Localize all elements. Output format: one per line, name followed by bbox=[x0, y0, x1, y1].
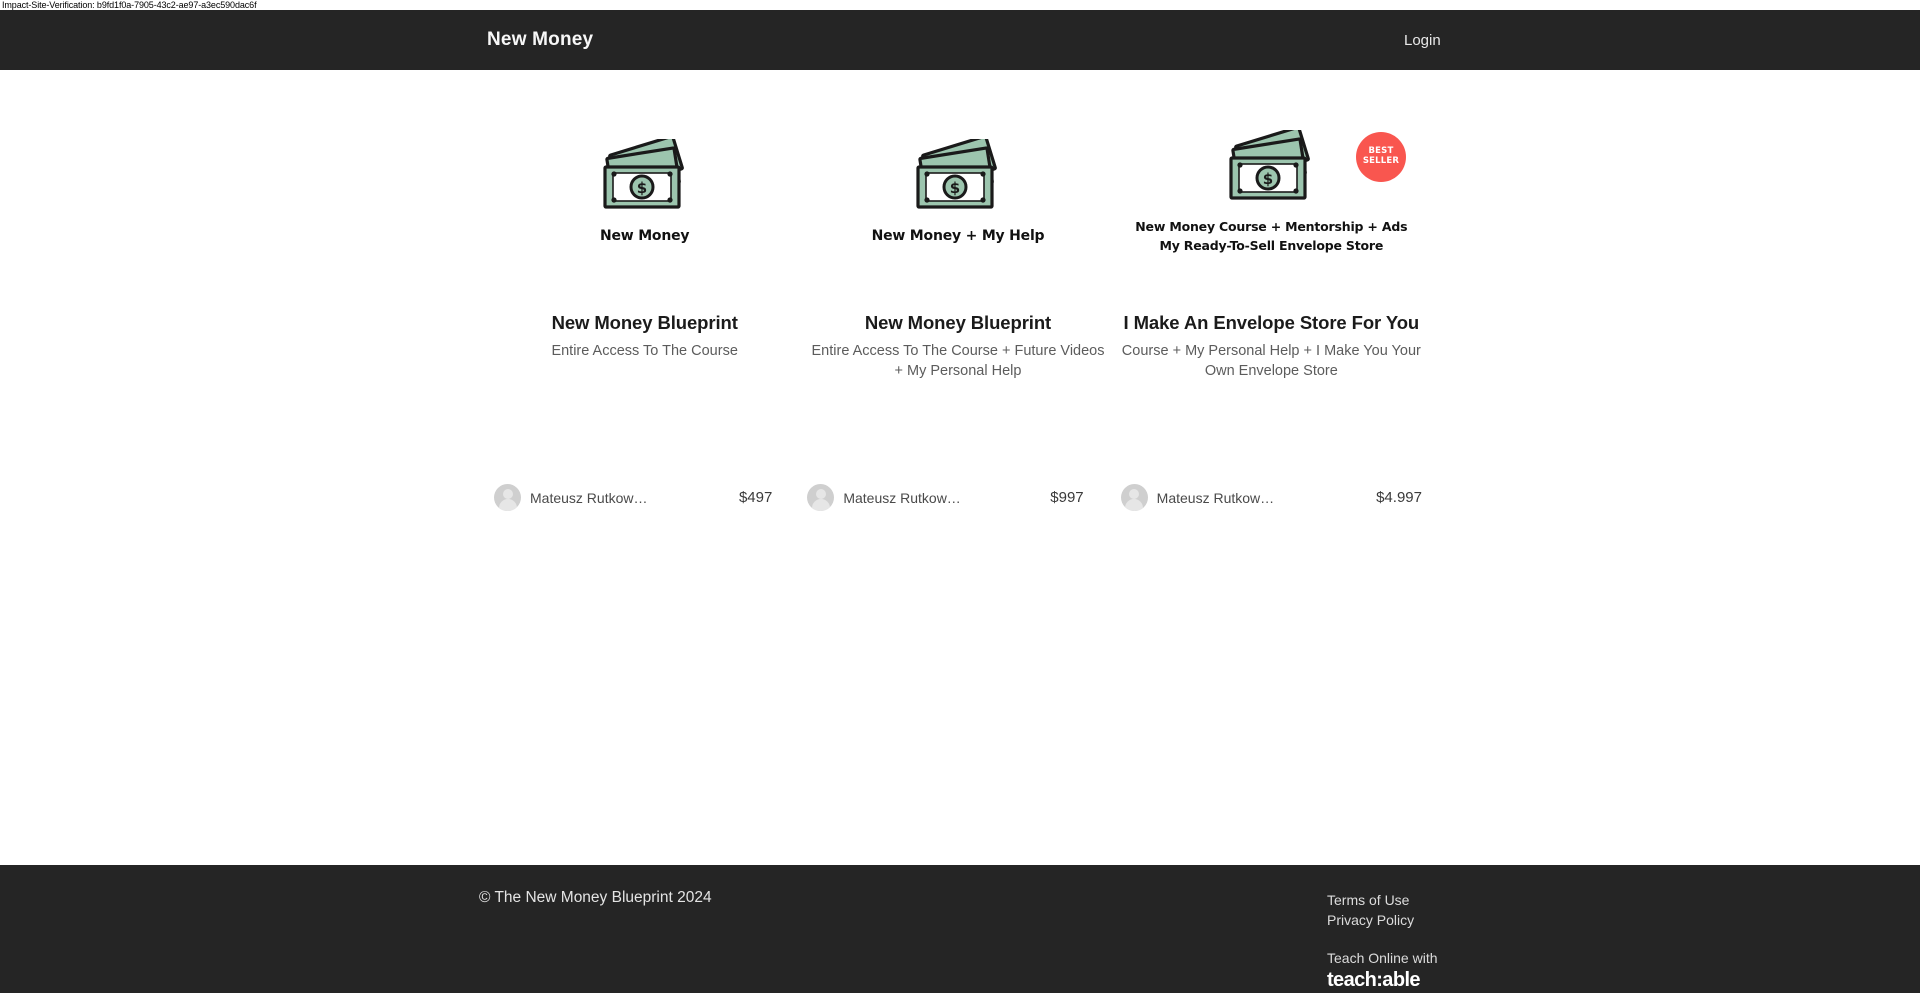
thumbnail-caption: New Money Course + Mentorship + Ads My R… bbox=[1135, 218, 1407, 254]
course-card-body: New Money Blueprint Entire Access To The… bbox=[488, 311, 801, 361]
impact-site-verification-text: Impact-Site-Verification: b9fd1f0a-7905-… bbox=[0, 0, 1920, 10]
course-meta-row: Mateusz Rutkow… $497 bbox=[488, 484, 801, 511]
thumbnail-caption-line-2: My Ready-To-Sell Envelope Store bbox=[1159, 237, 1384, 253]
thumbnail-caption-line-1: New Money Course + Mentorship + Ads bbox=[1135, 219, 1408, 235]
teachable-attribution: Teach Online with teach:able bbox=[1327, 950, 1438, 991]
site-header: New Money Login bbox=[0, 10, 1920, 70]
course-card-new-money-blueprint[interactable]: $ New Money New Money Blueprint Entire A… bbox=[488, 110, 801, 511]
course-price: $497 bbox=[738, 489, 773, 506]
svg-text:$: $ bbox=[636, 179, 646, 197]
course-price: $4.997 bbox=[1376, 489, 1422, 506]
course-card-new-money-blueprint-my-help[interactable]: $ New Money + My Help New Money Blueprin… bbox=[801, 110, 1114, 511]
footer-copyright: © The New Money Blueprint 2024 bbox=[479, 889, 712, 906]
course-title: I Make An Envelope Store For You bbox=[1123, 312, 1420, 333]
thumbnail-caption: New Money + My Help bbox=[871, 228, 1045, 245]
course-title: New Money Blueprint bbox=[864, 312, 1052, 333]
terms-of-use-link[interactable]: Terms of Use bbox=[1327, 890, 1414, 910]
teach-online-label: Teach Online with bbox=[1327, 950, 1438, 966]
teachable-logo-link[interactable]: teach:able bbox=[1327, 969, 1421, 991]
course-description: Entire Access To The Course + Future Vid… bbox=[811, 343, 1105, 380]
svg-text:$: $ bbox=[1263, 170, 1273, 188]
course-card-envelope-store[interactable]: $ New Money Course + Mentorship + Ads My… bbox=[1115, 110, 1428, 511]
thumbnail-caption: New Money bbox=[599, 228, 690, 245]
course-title: New Money Blueprint bbox=[551, 312, 738, 333]
badge-line-2: SELLER bbox=[1362, 156, 1400, 166]
money-bills-icon: $ bbox=[908, 139, 1008, 217]
course-thumbnail: $ New Money + My Help bbox=[801, 110, 1114, 275]
course-card-body: I Make An Envelope Store For You Course … bbox=[1115, 311, 1428, 381]
course-meta-row: Mateusz Rutkow… $4.997 bbox=[1115, 484, 1428, 511]
course-thumbnail: $ New Money Course + Mentorship + Ads My… bbox=[1115, 110, 1428, 275]
best-seller-badge: BEST SELLER bbox=[1355, 132, 1406, 182]
course-author-name: Mateusz Rutkow… bbox=[530, 489, 648, 506]
money-bills-icon: $ bbox=[1221, 130, 1321, 208]
course-author-name: Mateusz Rutkow… bbox=[843, 489, 961, 506]
course-card-body: New Money Blueprint Entire Access To The… bbox=[801, 311, 1114, 381]
brand-logo-link[interactable]: New Money bbox=[487, 29, 593, 51]
course-description: Entire Access To The Course bbox=[551, 343, 738, 360]
author-avatar-icon bbox=[807, 484, 835, 511]
course-meta-row: Mateusz Rutkow… $997 bbox=[801, 484, 1114, 511]
money-bills-icon: $ bbox=[595, 139, 695, 217]
main-content: $ New Money New Money Blueprint Entire A… bbox=[0, 70, 1920, 865]
login-link[interactable]: Login bbox=[1404, 32, 1441, 49]
privacy-policy-link[interactable]: Privacy Policy bbox=[1327, 910, 1414, 930]
course-thumbnail: $ New Money bbox=[488, 110, 801, 275]
site-footer: © The New Money Blueprint 2024 Terms of … bbox=[0, 865, 1920, 993]
svg-text:$: $ bbox=[950, 179, 960, 197]
author-avatar-icon bbox=[494, 484, 521, 511]
course-grid: $ New Money New Money Blueprint Entire A… bbox=[488, 110, 1428, 511]
course-author-name: Mateusz Rutkow… bbox=[1156, 489, 1275, 506]
author-avatar-icon bbox=[1120, 484, 1148, 511]
course-price: $997 bbox=[1050, 489, 1084, 506]
course-description: Course + My Personal Help + I Make You Y… bbox=[1121, 343, 1421, 380]
footer-links: Terms of Use Privacy Policy bbox=[1327, 890, 1414, 930]
